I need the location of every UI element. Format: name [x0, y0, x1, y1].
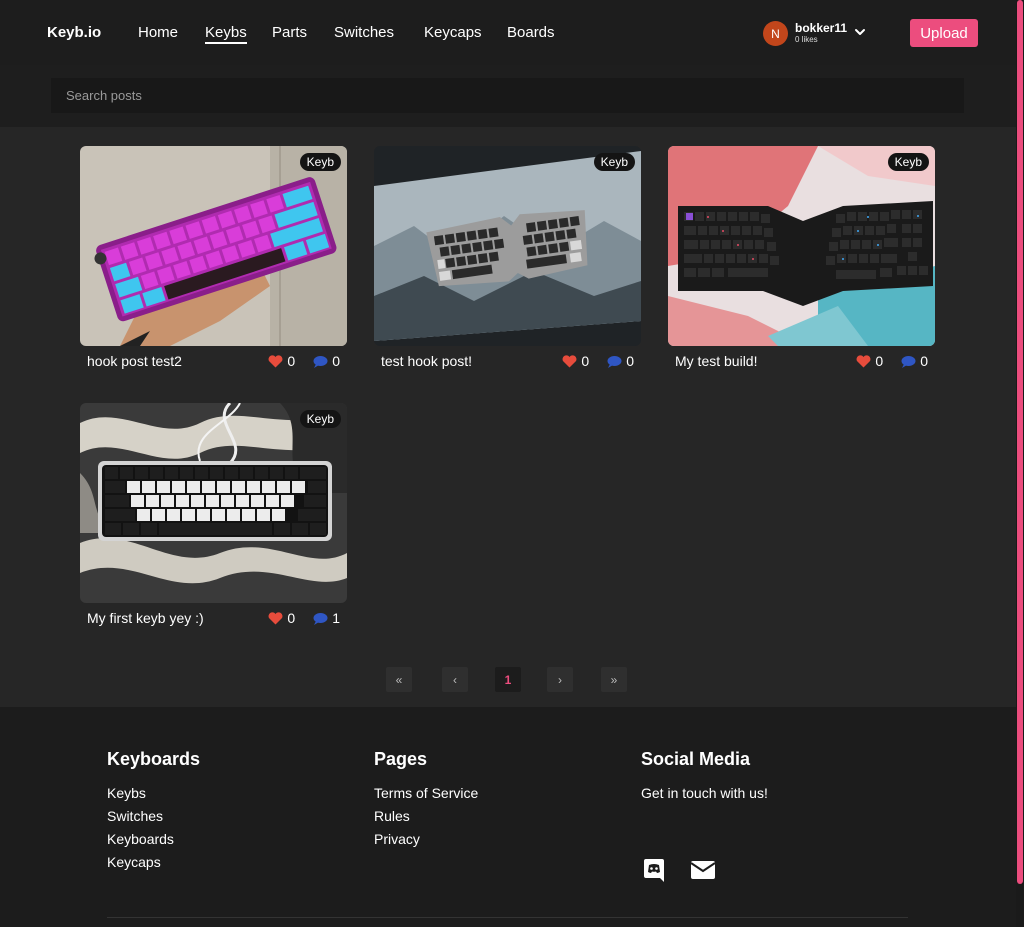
comment-icon[interactable]: [313, 355, 328, 368]
footer: Keyboards Keybs Switches Keyboards Keyca…: [0, 707, 1016, 927]
comment-icon[interactable]: [313, 612, 328, 625]
footer-link-terms[interactable]: Terms of Service: [374, 785, 478, 801]
prev-page-button[interactable]: ‹: [442, 667, 468, 692]
footer-link-keyboards[interactable]: Keyboards: [107, 831, 200, 847]
post-tag: Keyb: [887, 153, 929, 171]
comment-count: 0: [626, 353, 634, 369]
chevron-down-icon[interactable]: [853, 25, 867, 39]
footer-link-keybs[interactable]: Keybs: [107, 785, 200, 801]
footer-heading: Pages: [374, 749, 428, 769]
post-tag: Keyb: [299, 410, 341, 428]
social-icons: [641, 857, 717, 883]
comment-count: 1: [332, 610, 340, 626]
comment-count: 0: [332, 353, 340, 369]
post-stats: 0 0: [856, 353, 928, 369]
footer-heading: Social Media: [641, 749, 751, 769]
upload-button[interactable]: Upload: [910, 19, 978, 47]
comment-icon[interactable]: [901, 355, 916, 368]
like-count: 0: [581, 353, 590, 369]
like-count: 0: [287, 353, 296, 369]
footer-pages-column: Pages Terms of Service Rules Privacy: [374, 749, 478, 854]
post-image[interactable]: Keyb: [668, 146, 935, 346]
user-likes-count: 0 likes: [795, 35, 818, 44]
brand-logo[interactable]: Keyb.io: [47, 24, 101, 41]
nav-keycaps[interactable]: Keycaps: [424, 24, 482, 41]
nav-parts[interactable]: Parts: [272, 24, 307, 41]
nav-keybs[interactable]: Keybs: [205, 24, 247, 44]
footer-divider: [107, 917, 908, 918]
current-page-button[interactable]: 1: [495, 667, 521, 692]
page-scrollbar[interactable]: [1016, 0, 1024, 927]
post-image[interactable]: Keyb: [374, 146, 641, 346]
mail-icon[interactable]: [689, 857, 717, 883]
nav-boards[interactable]: Boards: [507, 24, 555, 41]
post-tag: Keyb: [593, 153, 635, 171]
heart-icon[interactable]: [856, 354, 871, 368]
footer-social-text: Get in touch with us!: [641, 785, 768, 801]
heart-icon[interactable]: [268, 354, 283, 368]
navbar: Keyb.io Home Keybs Parts Switches Keycap…: [0, 0, 1016, 65]
post-tag: Keyb: [299, 153, 341, 171]
comment-count: 0: [920, 353, 928, 369]
first-page-button[interactable]: «: [386, 667, 412, 692]
post-title[interactable]: My first keyb yey :): [87, 610, 204, 626]
username[interactable]: bokker11: [795, 21, 847, 35]
heart-icon[interactable]: [562, 354, 577, 368]
search-band: [0, 65, 1016, 127]
post-stats: 0 0: [268, 353, 340, 369]
like-count: 0: [875, 353, 884, 369]
post-title[interactable]: hook post test2: [87, 353, 182, 369]
search-input[interactable]: [51, 78, 964, 113]
footer-link-switches[interactable]: Switches: [107, 808, 200, 824]
nav-switches[interactable]: Switches: [334, 24, 394, 41]
like-count: 0: [287, 610, 296, 626]
post-image[interactable]: Keyb: [80, 403, 347, 603]
footer-link-privacy[interactable]: Privacy: [374, 831, 478, 847]
footer-keyboards-column: Keyboards Keybs Switches Keyboards Keyca…: [107, 749, 200, 877]
footer-link-rules[interactable]: Rules: [374, 808, 478, 824]
comment-icon[interactable]: [607, 355, 622, 368]
post-stats: 0 1: [268, 610, 340, 626]
post-title[interactable]: test hook post!: [381, 353, 472, 369]
post-image[interactable]: Keyb: [80, 146, 347, 346]
last-page-button[interactable]: »: [601, 667, 627, 692]
nav-home[interactable]: Home: [138, 24, 178, 41]
footer-link-keycaps[interactable]: Keycaps: [107, 854, 200, 870]
post-stats: 0 0: [562, 353, 634, 369]
footer-social-column: Social Media Get in touch with us!: [641, 749, 891, 909]
avatar[interactable]: N: [763, 21, 788, 46]
post-title[interactable]: My test build!: [675, 353, 757, 369]
next-page-button[interactable]: ›: [547, 667, 573, 692]
footer-heading: Keyboards: [107, 749, 201, 769]
heart-icon[interactable]: [268, 611, 283, 625]
scrollbar-thumb[interactable]: [1017, 0, 1023, 884]
discord-icon[interactable]: [641, 857, 667, 883]
